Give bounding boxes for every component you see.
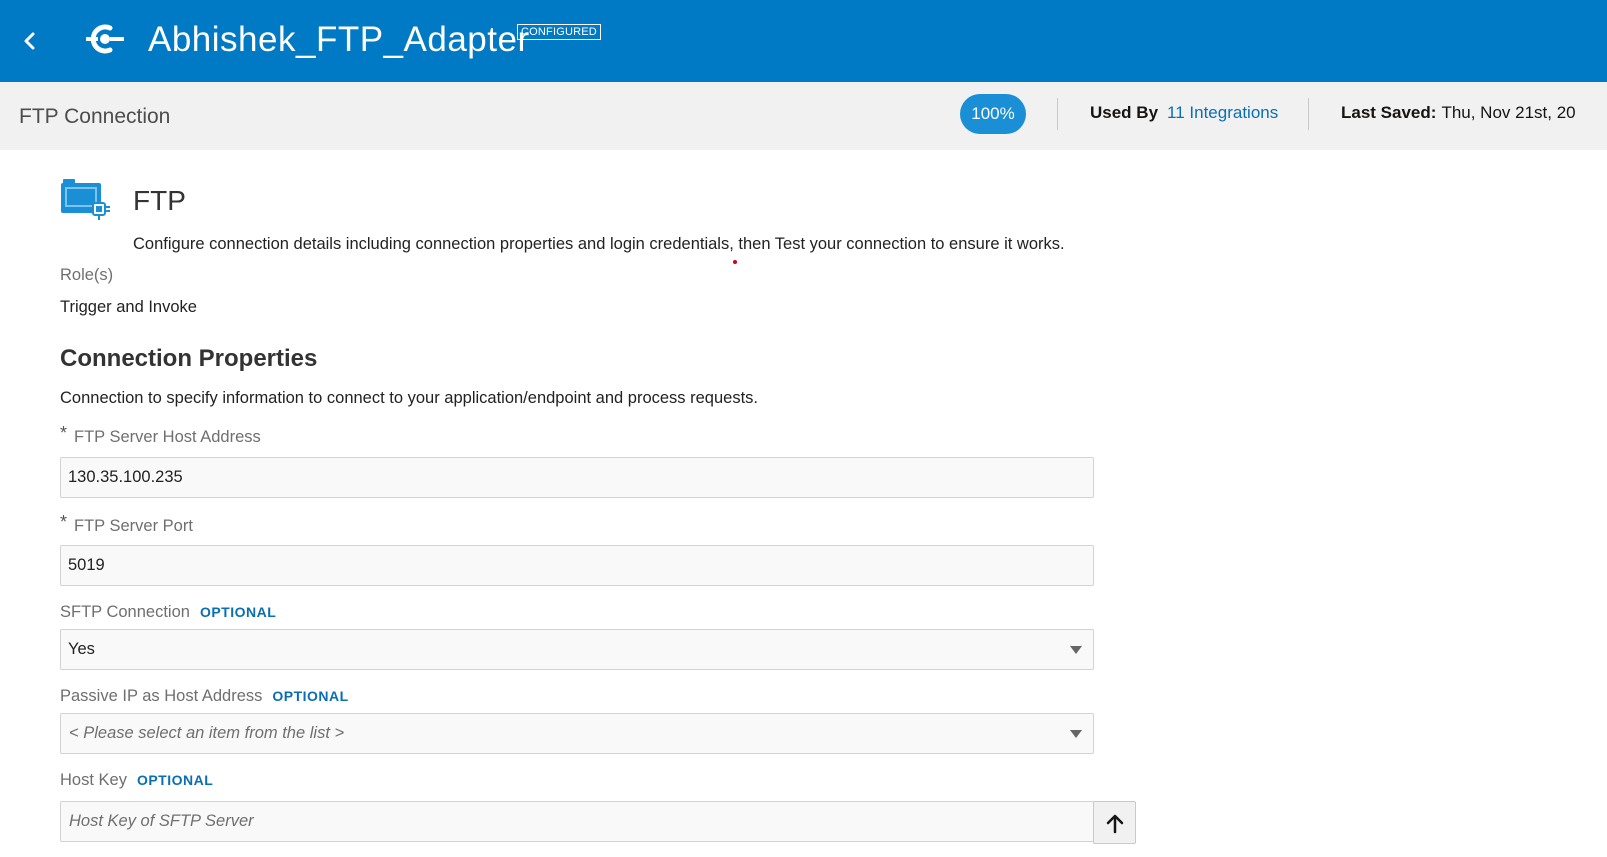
used-by-label: Used By [1090,103,1159,122]
completion-badge: 100% [960,94,1026,134]
app-header: Abhishek_FTP_Adapter CONFIGURED [0,0,1607,82]
adapter-name: FTP [133,185,186,216]
passive-ip-label: Passive IP as Host Address OPTIONAL [60,687,349,706]
optional-tag: OPTIONAL [199,604,277,620]
host-address-label: * FTP Server Host Address [60,423,261,447]
integrations-link[interactable]: 11 Integrations [1167,103,1278,122]
upload-host-key-button[interactable] [1093,801,1136,844]
section-description: Connection to specify information to con… [60,389,759,407]
upload-arrow-icon [1106,814,1123,833]
divider [1057,98,1058,130]
port-input[interactable]: 5019 [60,545,1094,586]
status-badge: CONFIGURED [517,24,601,40]
dropdown-caret-icon [1070,730,1082,738]
passive-ip-placeholder: < Please select an item from the list > [69,724,345,742]
sftp-label: SFTP Connection OPTIONAL [60,603,276,622]
passive-ip-label-text: Passive IP as Host Address [60,687,263,705]
last-saved-value: Thu, Nov 21st, 20 [1441,103,1576,122]
sftp-label-text: SFTP Connection [60,603,190,621]
ftp-adapter-icon [61,179,110,220]
connection-plug-icon [86,24,124,54]
passive-ip-select[interactable]: < Please select an item from the list > [60,713,1094,754]
required-marker: * [60,423,68,443]
roles-value: Trigger and Invoke [60,298,197,316]
cursor-dot [733,260,737,264]
sftp-selected-value: Yes [68,640,95,658]
optional-tag: OPTIONAL [272,688,349,704]
optional-tag: OPTIONAL [136,772,214,788]
used-by: Used By 11 Integrations [1090,103,1278,123]
host-key-label-text: Host Key [60,771,127,789]
chevron-left-icon [24,32,35,50]
back-button[interactable] [14,25,46,57]
section-title: Connection Properties [60,345,318,372]
connection-type-title: FTP Connection [19,105,171,128]
host-key-label: Host Key OPTIONAL [60,771,213,790]
adapter-description: Configure connection details including c… [133,235,1065,253]
last-saved: Last Saved: Thu, Nov 21st, 20 [1341,103,1607,123]
port-label-text: FTP Server Port [74,517,193,535]
required-marker: * [60,512,68,532]
host-key-input[interactable]: Host Key of SFTP Server [60,801,1094,842]
dropdown-caret-icon [1070,646,1082,654]
sub-header: FTP Connection 100% Used By 11 Integratio… [0,82,1607,150]
last-saved-label: Last Saved: [1341,103,1437,122]
port-label: * FTP Server Port [60,512,193,536]
host-address-value: 130.35.100.235 [68,468,183,486]
roles-label: Role(s) [60,266,114,284]
sftp-select[interactable]: Yes [60,629,1094,670]
host-address-input[interactable]: 130.35.100.235 [60,457,1094,498]
host-address-label-text: FTP Server Host Address [74,428,261,446]
page-title: Abhishek_FTP_Adapter [148,20,530,59]
divider [1308,98,1309,130]
port-value: 5019 [68,556,105,574]
host-key-placeholder: Host Key of SFTP Server [69,812,254,830]
